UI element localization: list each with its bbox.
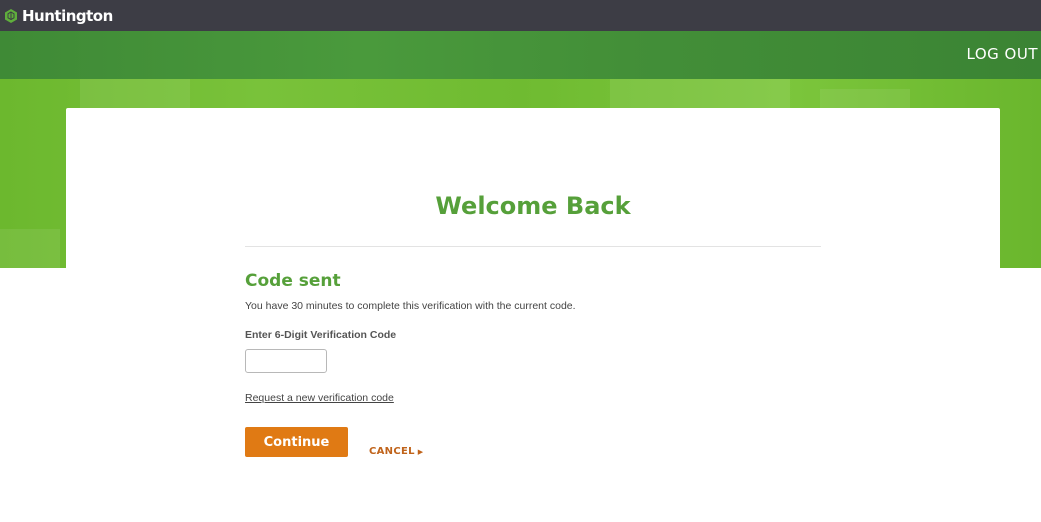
page-title: Welcome Back [435,192,631,220]
logout-link[interactable]: LOG OUT [967,45,1038,63]
divider [245,246,821,247]
cancel-link[interactable]: CANCEL ▶ [369,446,423,457]
verification-card: Welcome Back Code sent You have 30 minut… [66,108,1000,522]
section-title: Code sent [245,271,341,291]
cancel-label: CANCEL [369,446,415,457]
info-text: You have 30 minutes to complete this ver… [245,300,576,312]
hexagon-logo-icon [5,8,17,23]
hero-decoration [610,79,790,109]
verification-code-input[interactable] [245,349,327,373]
triangle-right-icon: ▶ [417,447,424,456]
nav-bar: LOG OUT [0,31,1041,79]
brand-name: Huntington [22,6,113,25]
hero-decoration [0,229,60,268]
code-field-label: Enter 6-Digit Verification Code [245,329,397,341]
request-new-code-link[interactable]: Request a new verification code [245,392,394,404]
top-bar: Huntington [0,0,1041,31]
continue-button[interactable]: Continue [245,427,348,457]
huntington-logo[interactable]: Huntington [3,7,113,25]
